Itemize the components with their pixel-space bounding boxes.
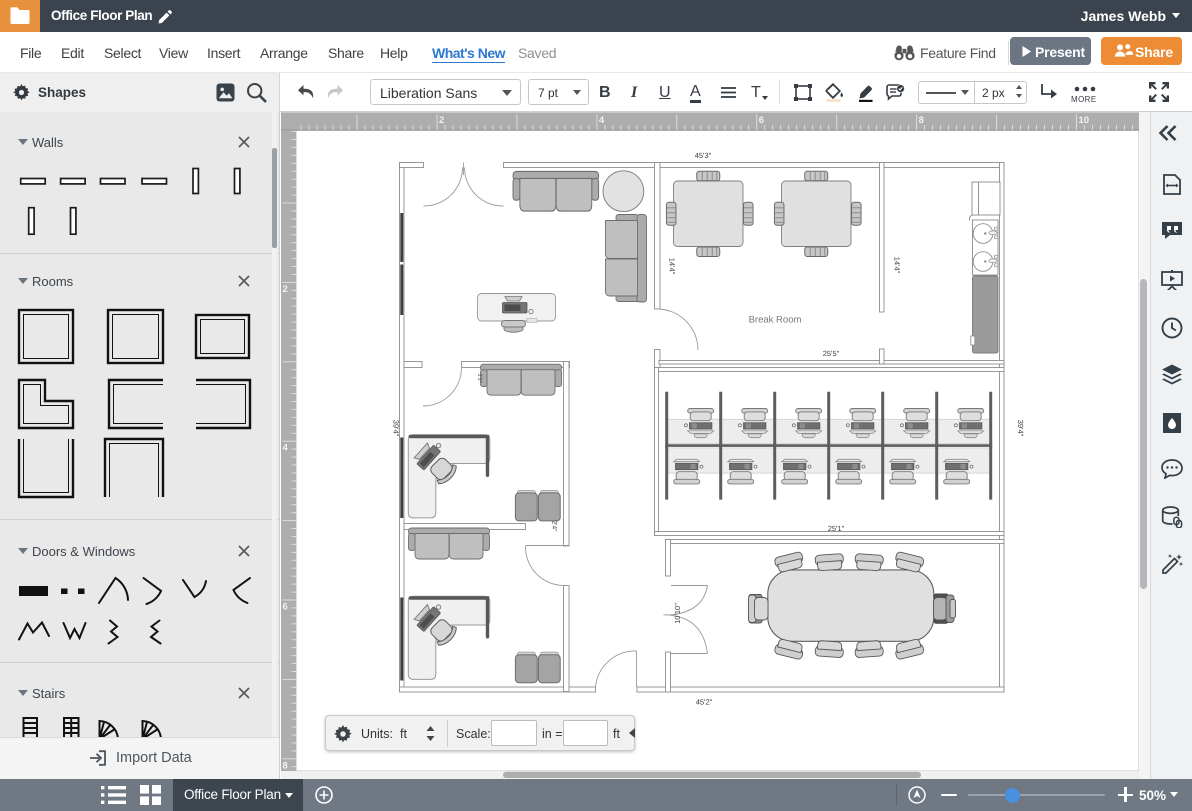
- svg-text:39'4": 39'4": [392, 420, 401, 437]
- svg-text:45'2": 45'2": [696, 698, 713, 707]
- svg-text:10'10": 10'10": [673, 603, 682, 624]
- svg-text:8: 8: [283, 760, 288, 771]
- svg-text:6: 6: [283, 602, 288, 613]
- svg-text:6: 6: [759, 115, 764, 126]
- svg-text:Break Room: Break Room: [749, 315, 802, 326]
- svg-text:4: 4: [283, 443, 289, 454]
- svg-text:14'4": 14'4": [668, 258, 677, 275]
- svg-text:25'1": 25'1": [828, 524, 845, 533]
- svg-text:4: 4: [599, 115, 605, 126]
- svg-text:2'4": 2'4": [551, 521, 558, 532]
- svg-text:10: 10: [1079, 115, 1090, 126]
- svg-text:45'3": 45'3": [695, 151, 712, 160]
- svg-text:39'4": 39'4": [1016, 420, 1025, 437]
- svg-text:1'1": 1'1": [477, 373, 483, 382]
- svg-text:25'5": 25'5": [823, 349, 840, 358]
- svg-text:2: 2: [439, 115, 444, 126]
- svg-text:2: 2: [283, 284, 288, 295]
- svg-text:14'4": 14'4": [893, 257, 902, 274]
- svg-text:8: 8: [919, 115, 924, 126]
